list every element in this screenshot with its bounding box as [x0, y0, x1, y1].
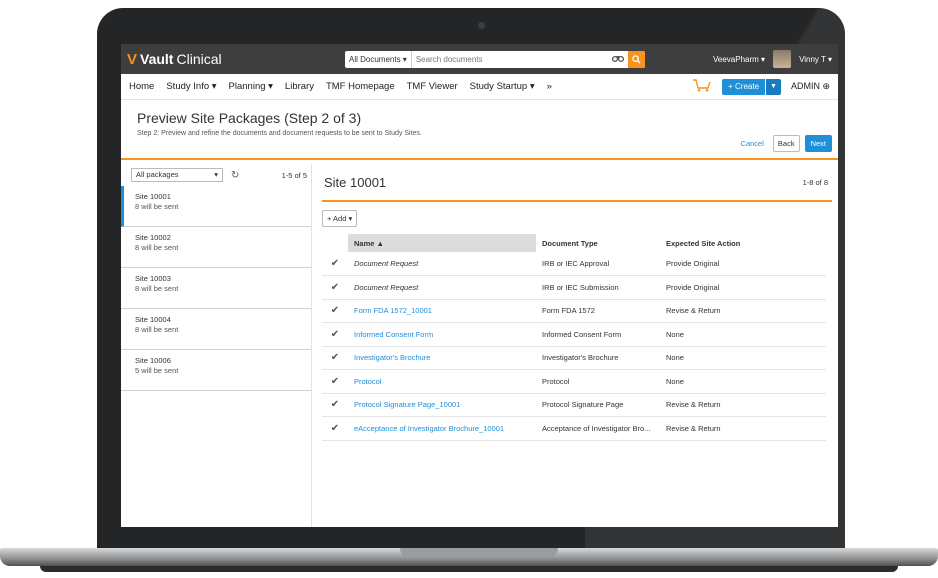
column-name[interactable]: Name ▲: [348, 234, 536, 252]
top-bar: V Vault Clinical All Documents ▾ VeevaPh…: [121, 44, 838, 74]
page-subtitle: Step 2: Preview and refine the documents…: [137, 130, 422, 137]
document-link[interactable]: Informed Consent Form: [348, 322, 536, 347]
site-detail-panel: Site 10001 1-8 of 8 + Add ▾ Name ▲ Docum…: [322, 164, 832, 441]
cancel-button[interactable]: Cancel: [741, 139, 764, 148]
checkmark-icon[interactable]: ✔: [322, 252, 348, 276]
cart-icon[interactable]: [692, 78, 712, 95]
create-button[interactable]: + Create ▼: [722, 78, 781, 95]
checkmark-icon[interactable]: ✔: [322, 346, 348, 370]
nav-study-startup[interactable]: Study Startup ▾: [470, 81, 535, 92]
refresh-icon[interactable]: ↻: [231, 170, 239, 181]
search-scope-select[interactable]: All Documents ▾: [345, 50, 412, 68]
nav-tmf-viewer[interactable]: TMF Viewer: [407, 81, 458, 92]
table-row[interactable]: ✔ Informed Consent Form Informed Consent…: [322, 322, 826, 347]
site-list-item[interactable]: Site 10004 8 will be sent: [121, 309, 311, 350]
checkmark-icon[interactable]: ✔: [322, 275, 348, 300]
nav-more[interactable]: »: [547, 81, 552, 92]
site-list-item[interactable]: Site 10002 8 will be sent: [121, 227, 311, 268]
site-list-item[interactable]: Site 10001 8 will be sent: [121, 186, 311, 227]
table-row[interactable]: ✔ eAcceptance of Investigator Brochure_1…: [322, 416, 826, 441]
add-button[interactable]: + Add ▾: [322, 209, 358, 227]
search-button[interactable]: [628, 50, 645, 68]
site-list-item[interactable]: Site 10003 8 will be sent: [121, 268, 311, 309]
app-screen: V Vault Clinical All Documents ▾ VeevaPh…: [121, 44, 838, 527]
global-search: All Documents ▾: [345, 50, 645, 68]
nav-planning[interactable]: Planning ▾: [229, 81, 273, 92]
checkmark-icon[interactable]: ✔: [322, 299, 348, 323]
document-link[interactable]: eAcceptance of Investigator Brochure_100…: [348, 416, 536, 441]
nav-home[interactable]: Home: [129, 81, 154, 92]
checkmark-icon[interactable]: ✔: [322, 369, 348, 394]
admin-link[interactable]: ADMIN ⊕: [791, 81, 830, 92]
table-row[interactable]: ✔ Protocol Protocol None: [322, 369, 826, 394]
table-row[interactable]: ✔ Document Request IRB or IEC Approval P…: [322, 252, 826, 276]
checkmark-icon[interactable]: ✔: [322, 322, 348, 347]
table-row[interactable]: ✔ Document Request IRB or IEC Submission…: [322, 275, 826, 300]
site-count: 1-5 of 5: [281, 170, 307, 180]
binoculars-icon[interactable]: [608, 54, 628, 64]
chevron-down-icon: ▾: [214, 170, 218, 179]
package-filter-select[interactable]: All packages ▾: [131, 168, 223, 182]
camera: [478, 22, 485, 29]
next-button[interactable]: Next: [804, 135, 832, 152]
checkmark-icon[interactable]: ✔: [322, 393, 348, 417]
vault-logo-icon: V: [127, 50, 138, 68]
org-menu[interactable]: VeevaPharm ▾: [713, 55, 765, 64]
document-link[interactable]: Protocol: [348, 369, 536, 394]
main-nav: Home Study Info ▾ Planning ▾ Library TMF…: [121, 74, 838, 100]
search-icon: [632, 54, 641, 64]
avatar[interactable]: [773, 50, 792, 68]
document-link[interactable]: Investigator's Brochure: [348, 346, 536, 370]
column-document-type[interactable]: Document Type: [536, 234, 660, 252]
nav-tmf-homepage[interactable]: TMF Homepage: [326, 81, 395, 92]
page-header: Preview Site Packages (Step 2 of 3) Step…: [121, 100, 838, 160]
table-row[interactable]: ✔ Protocol Signature Page_10001 Protocol…: [322, 393, 826, 417]
vault-clinical-logo[interactable]: V Vault Clinical: [127, 51, 345, 68]
document-link[interactable]: Form FDA 1572_10001: [348, 299, 536, 323]
document-count: 1-8 of 8: [802, 177, 828, 187]
site-list-panel: All packages ▾ ↻ 1-5 of 5 Site 10001 8 wi…: [121, 164, 312, 527]
nav-library[interactable]: Library: [285, 81, 314, 92]
table-row[interactable]: ✔ Form FDA 1572_10001 Form FDA 1572 Revi…: [322, 299, 826, 323]
table-row[interactable]: ✔ Investigator's Brochure Investigator's…: [322, 346, 826, 370]
page-title: Preview Site Packages (Step 2 of 3): [137, 110, 362, 126]
checkmark-icon[interactable]: ✔: [322, 416, 348, 441]
chevron-down-icon[interactable]: ▼: [765, 78, 781, 95]
document-link[interactable]: Protocol Signature Page_10001: [348, 393, 536, 417]
user-menu[interactable]: Vinny T ▾: [799, 55, 832, 64]
column-expected-action[interactable]: Expected Site Action: [660, 234, 826, 252]
search-input[interactable]: [411, 51, 608, 67]
back-button[interactable]: Back: [772, 135, 800, 152]
site-list-item[interactable]: Site 10006 5 will be sent: [121, 350, 311, 391]
nav-study-info[interactable]: Study Info ▾: [166, 81, 216, 92]
documents-table: Name ▲ Document Type Expected Site Actio…: [322, 234, 826, 441]
site-title: Site 10001: [324, 174, 387, 190]
